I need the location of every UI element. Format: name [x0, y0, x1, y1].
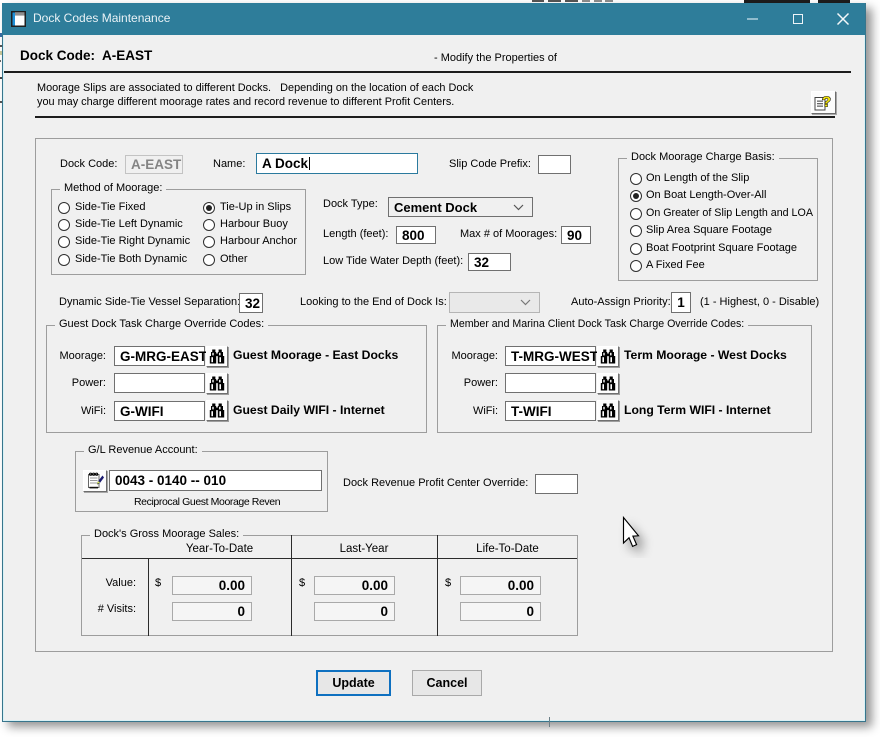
- svg-text:?: ?: [822, 94, 831, 111]
